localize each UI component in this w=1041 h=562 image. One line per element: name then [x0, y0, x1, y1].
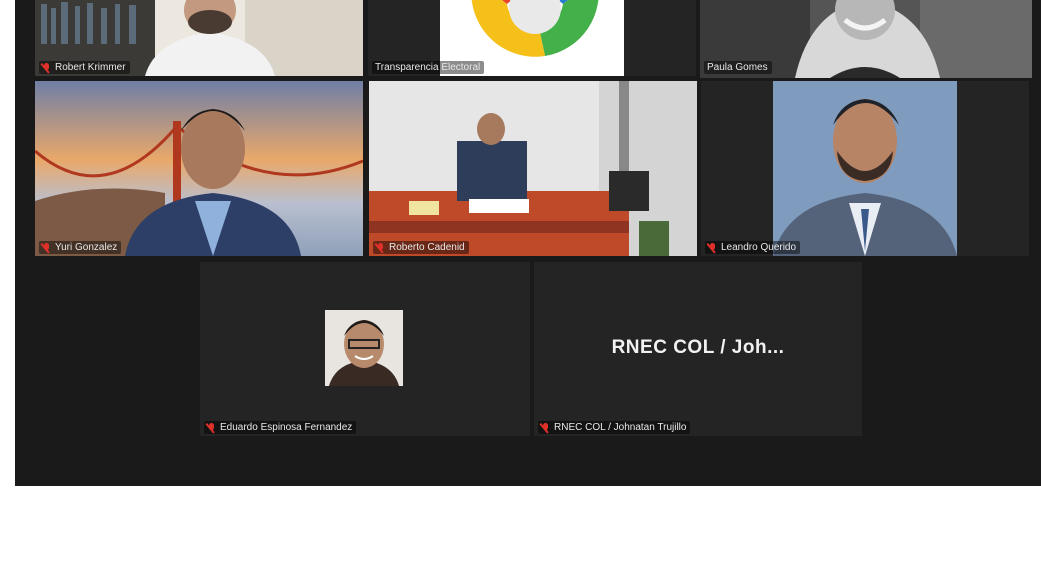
participant-display-name: RNEC COL / Joh... [611, 337, 785, 358]
participant-nametag: Paula Gomes [704, 61, 772, 74]
mic-muted-icon [42, 62, 51, 73]
participant-name: Paula Gomes [707, 62, 768, 73]
mic-muted-icon [376, 242, 385, 253]
video-tile-roberto[interactable]: Roberto Cadenid [369, 81, 697, 256]
participant-name: Leandro Querido [721, 242, 797, 253]
mic-muted-icon [541, 422, 550, 433]
participant-name: Robert Krimmer [55, 62, 126, 73]
participant-video-roberto [369, 81, 697, 256]
participant-nametag: Transparencia Electoral [372, 61, 485, 74]
mic-muted-icon [708, 242, 717, 253]
video-gallery: Robert Krimmer Transparencia Electoral P… [15, 0, 1041, 486]
participant-name: RNEC COL / Johnatan Trujillo [554, 422, 687, 433]
participant-name: Roberto Cadenid [389, 242, 465, 253]
video-tile-yuri[interactable]: Yuri Gonzalez [35, 81, 363, 256]
video-tile-transparencia[interactable]: Transparencia Electoral [368, 0, 696, 76]
video-tile-robert[interactable]: Robert Krimmer [35, 0, 363, 76]
participant-video-yuri [35, 81, 363, 256]
participant-nametag: Robert Krimmer [39, 61, 130, 74]
participant-name: Eduardo Espinosa Fernandez [220, 422, 353, 433]
participant-name: Yuri Gonzalez [55, 242, 118, 253]
participant-video-leandro [773, 81, 957, 256]
mic-muted-icon [42, 242, 51, 253]
participant-nametag: RNEC COL / Johnatan Trujillo [538, 421, 691, 434]
participant-nametag: Roberto Cadenid [373, 241, 469, 254]
video-tile-eduardo[interactable]: Eduardo Espinosa Fernandez [200, 262, 530, 436]
video-tile-leandro[interactable]: Leandro Querido [701, 81, 1029, 256]
mic-muted-icon [207, 422, 216, 433]
participant-avatar-eduardo [325, 310, 403, 386]
participant-nametag: Leandro Querido [705, 241, 801, 254]
video-tile-rnec[interactable]: RNEC COL / Joh... RNEC COL / Johnatan Tr… [534, 262, 862, 436]
participant-name: Transparencia Electoral [375, 62, 481, 73]
participant-nametag: Yuri Gonzalez [39, 241, 122, 254]
video-tile-paula[interactable]: Paula Gomes [700, 0, 1032, 78]
participant-nametag: Eduardo Espinosa Fernandez [204, 421, 357, 434]
